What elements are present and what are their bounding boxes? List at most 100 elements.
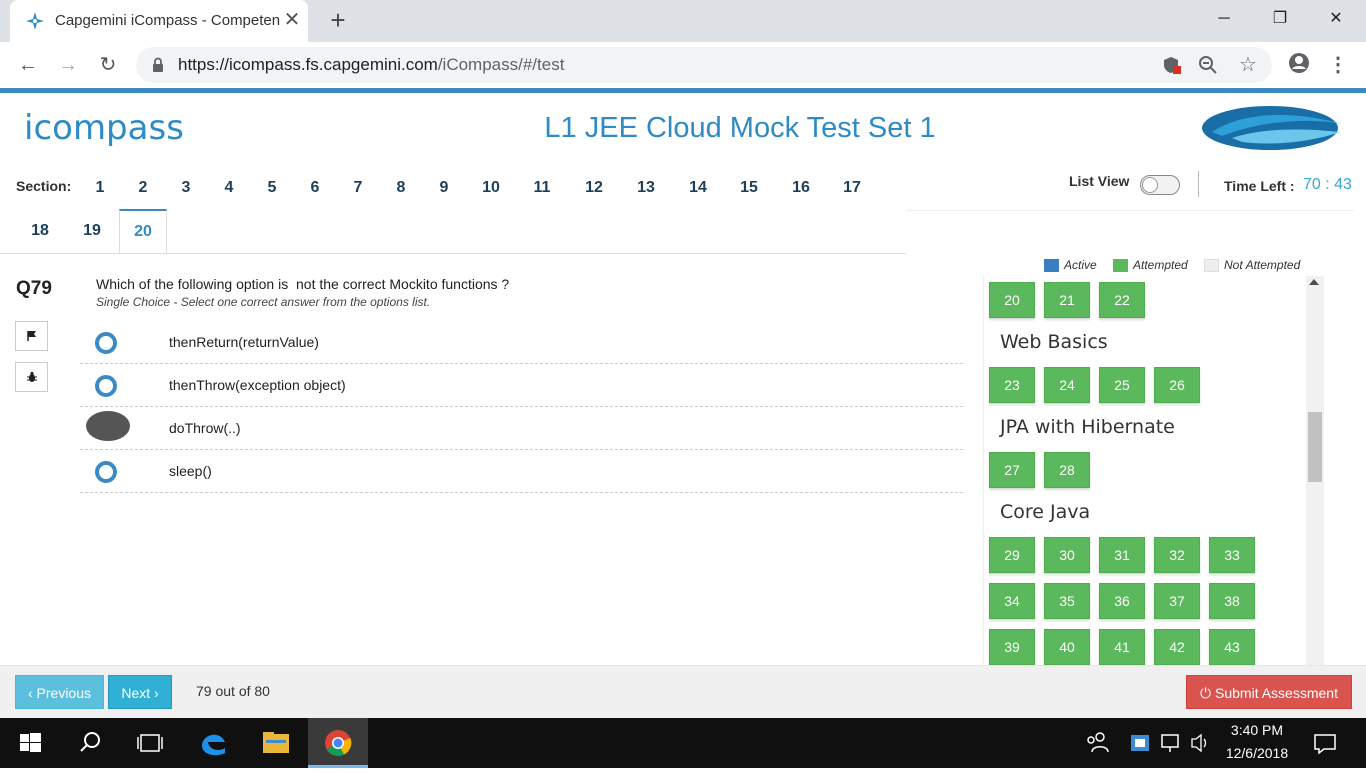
task-view-icon[interactable] (120, 718, 180, 768)
section-tab-1[interactable]: 1 (82, 178, 118, 220)
notifications-icon[interactable] (1310, 718, 1340, 768)
question-box-23[interactable]: 23 (989, 367, 1035, 403)
option-row[interactable]: thenThrow(exception object) (80, 364, 963, 407)
question-box-42[interactable]: 42 (1154, 629, 1200, 665)
minimize-icon[interactable]: ─ (1196, 4, 1252, 34)
zoom-out-icon[interactable] (1198, 55, 1218, 75)
option-row[interactable]: doThrow(..) (80, 407, 963, 450)
section-tab-14[interactable]: 14 (680, 178, 716, 220)
question-box-31[interactable]: 31 (1099, 537, 1145, 573)
report-bug-button[interactable] (15, 362, 48, 392)
question-box-26[interactable]: 26 (1154, 367, 1200, 403)
list-view-toggle[interactable] (1140, 175, 1180, 195)
section-tab-17[interactable]: 17 (834, 178, 870, 220)
ethernet-icon[interactable] (1158, 718, 1184, 768)
header-accent-bar (0, 88, 1366, 93)
section-tab-8[interactable]: 8 (383, 178, 419, 220)
option-row[interactable]: sleep() (80, 450, 963, 493)
chrome-taskbar-button[interactable] (308, 718, 368, 768)
section-tab-4[interactable]: 4 (211, 178, 247, 220)
question-box-29[interactable]: 29 (989, 537, 1035, 573)
question-box-41[interactable]: 41 (1099, 629, 1145, 665)
question-box-34[interactable]: 34 (989, 583, 1035, 619)
radio-button[interactable] (95, 332, 117, 354)
clock-date[interactable]: 12/6/2018 (1222, 745, 1292, 761)
scroll-up-icon[interactable] (1309, 279, 1319, 285)
section-tab-5[interactable]: 5 (254, 178, 290, 220)
browser-tabstrip: Capgemini iCompass - Competency ✕ + ─ ❐ … (0, 0, 1366, 42)
question-box-35[interactable]: 35 (1044, 583, 1090, 619)
network-app-icon[interactable] (1128, 718, 1154, 768)
section-tab-10[interactable]: 10 (473, 178, 509, 220)
question-box-37[interactable]: 37 (1154, 583, 1200, 619)
section-tab-6[interactable]: 6 (297, 178, 333, 220)
new-tab-icon[interactable]: + (324, 6, 352, 34)
option-label: thenThrow(exception object) (169, 377, 346, 393)
legend-active-swatch (1044, 259, 1059, 272)
question-box-20[interactable]: 20 (989, 282, 1035, 318)
radio-button[interactable] (95, 375, 117, 397)
question-palette[interactable]: Web Basics JPA with Hibernate Core Java … (983, 276, 1327, 666)
flag-button[interactable] (15, 321, 48, 351)
tab-close-icon[interactable]: ✕ (280, 8, 304, 32)
section-tab-18[interactable]: 18 (22, 221, 58, 263)
section-tab-19[interactable]: 19 (74, 221, 110, 263)
question-number: Q79 (16, 278, 52, 299)
radio-selected[interactable] (86, 411, 130, 441)
profile-icon[interactable] (1288, 52, 1310, 74)
question-box-32[interactable]: 32 (1154, 537, 1200, 573)
radio-button[interactable] (95, 461, 117, 483)
question-box-30[interactable]: 30 (1044, 537, 1090, 573)
legend-attempted-label: Attempted (1133, 258, 1188, 272)
toggle-knob (1142, 177, 1158, 193)
submit-assessment-button[interactable]: ⏻ Submit Assessment (1186, 675, 1352, 709)
question-box-24[interactable]: 24 (1044, 367, 1090, 403)
section-tab-15[interactable]: 15 (731, 178, 767, 220)
section-tab-7[interactable]: 7 (340, 178, 376, 220)
file-explorer-icon[interactable] (246, 718, 306, 768)
volume-icon[interactable] (1188, 718, 1214, 768)
people-icon[interactable] (1066, 718, 1126, 768)
back-icon[interactable]: ← (14, 51, 42, 79)
url-text: https://icompass.fs.capgemini.com/iCompa… (178, 55, 565, 74)
section-tab-11[interactable]: 11 (524, 178, 560, 220)
browser-tab[interactable]: Capgemini iCompass - Competency ✕ (10, 0, 308, 42)
section-tab-3[interactable]: 3 (168, 178, 204, 220)
bookmark-star-icon[interactable]: ☆ (1238, 55, 1258, 75)
section-tab-20[interactable]: 20 (119, 209, 167, 254)
legend-not-attempted-swatch (1204, 259, 1219, 272)
question-box-28[interactable]: 28 (1044, 452, 1090, 488)
search-icon[interactable] (60, 718, 120, 768)
option-row[interactable]: thenReturn(returnValue) (80, 321, 963, 364)
scrollbar-thumb[interactable] (1308, 412, 1322, 482)
question-box-38[interactable]: 38 (1209, 583, 1255, 619)
question-box-39[interactable]: 39 (989, 629, 1035, 665)
edge-browser-icon[interactable] (184, 718, 244, 768)
previous-button[interactable]: ‹ Previous (15, 675, 104, 709)
section-tab-12[interactable]: 12 (576, 178, 612, 220)
browser-menu-icon[interactable]: ⋮ (1324, 51, 1352, 79)
question-box-21[interactable]: 21 (1044, 282, 1090, 318)
tabs-divider (0, 253, 906, 254)
question-box-33[interactable]: 33 (1209, 537, 1255, 573)
question-box-43[interactable]: 43 (1209, 629, 1255, 665)
window-close-icon[interactable]: ✕ (1308, 4, 1364, 34)
question-box-22[interactable]: 22 (1099, 282, 1145, 318)
question-box-25[interactable]: 25 (1099, 367, 1145, 403)
section-tab-16[interactable]: 16 (783, 178, 819, 220)
next-button[interactable]: Next › (108, 675, 172, 709)
section-tab-13[interactable]: 13 (628, 178, 664, 220)
question-box-36[interactable]: 36 (1099, 583, 1145, 619)
forward-icon[interactable]: → (54, 51, 82, 79)
reload-icon[interactable]: ↻ (94, 51, 122, 79)
power-icon: ⏻ (1200, 685, 1212, 701)
section-tab-9[interactable]: 9 (426, 178, 462, 220)
question-box-40[interactable]: 40 (1044, 629, 1090, 665)
maximize-icon[interactable]: ❐ (1252, 4, 1308, 34)
group-title-core-java: Core Java (1000, 501, 1091, 523)
shield-blocked-icon[interactable] (1162, 55, 1182, 75)
windows-start-icon[interactable] (0, 718, 60, 768)
address-bar[interactable]: https://icompass.fs.capgemini.com/iCompa… (136, 47, 1272, 83)
clock-time[interactable]: 3:40 PM (1222, 722, 1292, 738)
question-box-27[interactable]: 27 (989, 452, 1035, 488)
